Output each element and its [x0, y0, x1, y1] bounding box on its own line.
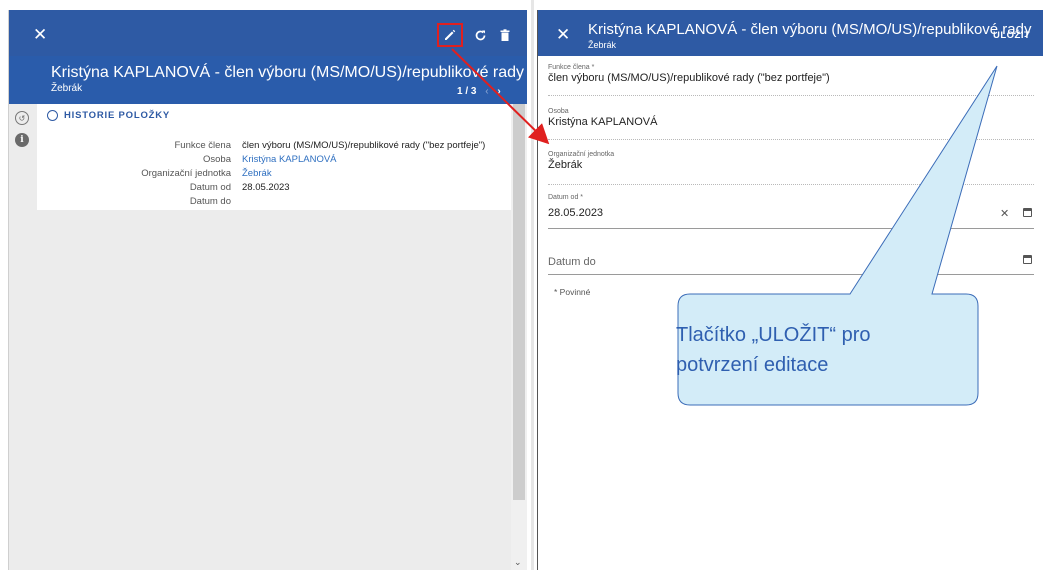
panel-divider [527, 0, 537, 570]
field-label: Organizační jednotka [548, 151, 615, 158]
history-section-title: HISTORIE POLOŽKY [47, 110, 170, 121]
datum-od-field[interactable]: Datum od * 28.05.2023 ✕ [548, 194, 1034, 230]
edit-icon [445, 29, 456, 40]
detail-subtitle: Žebrák [51, 83, 83, 94]
pager-next-icon[interactable]: › [497, 86, 500, 97]
calendar-icon[interactable] [1023, 255, 1032, 264]
field-value: 28.05.2023 [548, 207, 604, 219]
calendar-icon[interactable] [1023, 208, 1032, 217]
screenshot-stage: ✕ Kristýna KAPLANOVÁ - člen výboru (MS/M… [0, 0, 1043, 570]
callout-line: Tlačítko „ULOŽIT“ pro [676, 324, 871, 346]
edit-title: Kristýna KAPLANOVÁ - člen výboru (MS/MO/… [588, 21, 1032, 38]
detail-header: ✕ Kristýna KAPLANOVÁ - člen výboru (MS/M… [9, 10, 527, 104]
field-label: Funkce člena * [548, 64, 595, 71]
field-value: Žebrák [548, 159, 583, 171]
edit-subtitle: Žebrák [588, 40, 617, 50]
history-title-text: HISTORIE POLOŽKY [64, 110, 171, 121]
detail-side-rail: ↺ i [9, 104, 37, 570]
close-icon[interactable]: ✕ [556, 26, 570, 43]
detail-title: Kristýna KAPLANOVÁ - člen výboru (MS/MO/… [51, 64, 527, 81]
detail-label: Osoba [203, 154, 231, 165]
detail-label: Datum od [189, 182, 231, 193]
required-note: * Povinné [554, 287, 591, 297]
edit-header: ✕ Kristýna KAPLANOVÁ - člen výboru (MS/M… [538, 10, 1043, 56]
osoba-field[interactable]: Osoba Kristýna KAPLANOVÁ [548, 108, 1034, 140]
refresh-icon [475, 30, 485, 40]
detail-label: Organizační jednotka [141, 168, 231, 179]
info-icon[interactable]: i [15, 133, 29, 147]
organizacni-jednotka-field[interactable]: Organizační jednotka Žebrák [548, 151, 1034, 185]
history-section: HISTORIE POLOŽKY Funkce člena člen výbor… [37, 104, 511, 210]
funkce-field[interactable]: Funkce člena * člen výboru (MS/MO/US)/re… [548, 64, 1034, 96]
record-pager: 1 / 3 ‹ › [457, 86, 501, 97]
history-icon [47, 110, 58, 121]
detail-label: Funkce člena [174, 140, 231, 151]
history-icon[interactable]: ↺ [15, 111, 29, 125]
field-value: člen výboru (MS/MO/US)/republikové rady … [548, 72, 830, 84]
callout-line: potvrzení editace [676, 354, 829, 376]
close-icon[interactable]: ✕ [33, 26, 47, 43]
pager-position: 1 / 3 [457, 86, 477, 97]
detail-panel: ✕ Kristýna KAPLANOVÁ - člen výboru (MS/M… [8, 10, 527, 570]
callout-text: Tlačítko „ULOŽIT“ pro potvrzení editace [676, 320, 976, 380]
edit-panel: ✕ Kristýna KAPLANOVÁ - člen výboru (MS/M… [537, 10, 1043, 570]
clear-icon[interactable]: ✕ [1000, 207, 1009, 220]
detail-label: Datum do [189, 196, 231, 207]
detail-value-link[interactable]: Kristýna KAPLANOVÁ [242, 154, 337, 166]
pager-prev-icon[interactable]: ‹ [485, 86, 488, 97]
scrollbar[interactable]: ⌄ [511, 104, 527, 570]
field-label: Osoba [548, 108, 569, 115]
detail-value: člen výboru (MS/MO/US)/republikové rady … [242, 140, 486, 151]
edit-button[interactable] [437, 23, 463, 47]
scrollbar-thumb[interactable] [513, 104, 525, 500]
save-button[interactable]: ULOŽIT [993, 30, 1030, 41]
chevron-down-icon[interactable]: ⌄ [514, 557, 522, 568]
field-value: Kristýna KAPLANOVÁ [548, 116, 658, 128]
field-placeholder: Datum do [548, 256, 596, 268]
delete-icon [500, 28, 510, 41]
detail-value: 28.05.2023 [242, 182, 290, 193]
refresh-button[interactable] [471, 26, 489, 44]
detail-value-link[interactable]: Žebrák [242, 168, 272, 180]
field-label: Datum od * [548, 194, 584, 201]
delete-button[interactable] [496, 26, 514, 44]
datum-do-field[interactable]: Datum do [548, 248, 1034, 276]
